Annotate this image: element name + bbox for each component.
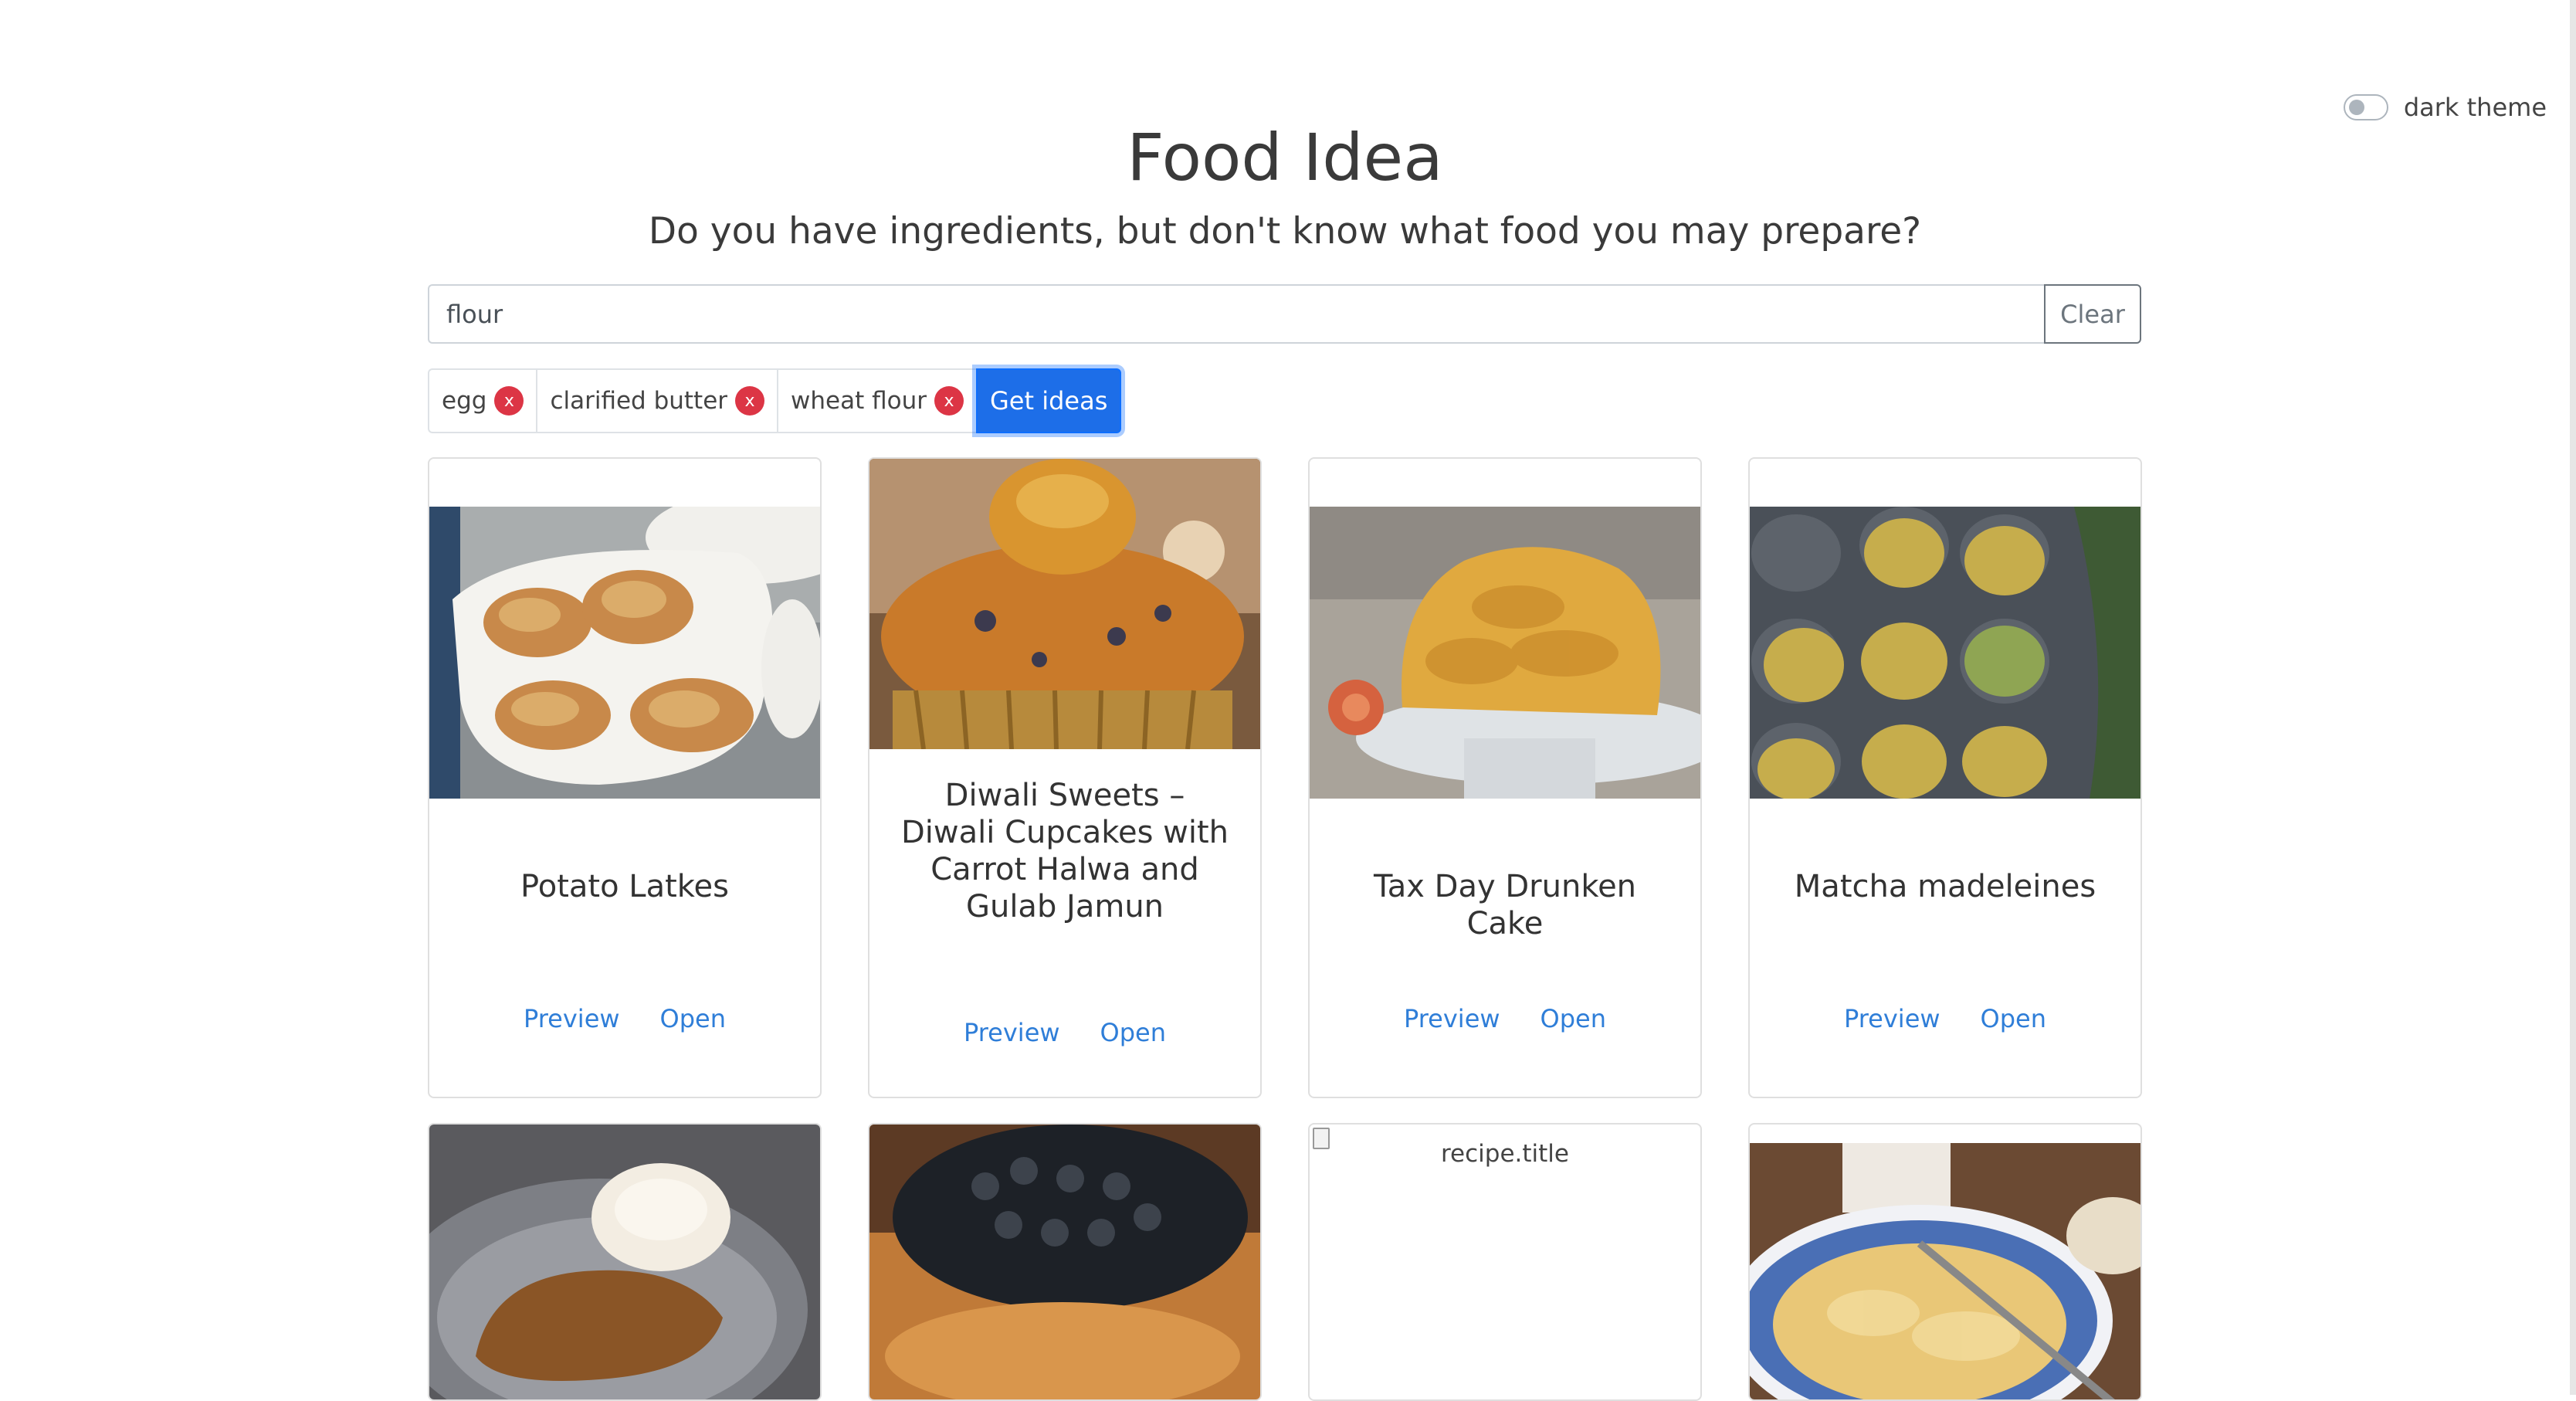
open-link[interactable]: Open <box>660 1004 726 1033</box>
window-edge <box>2570 0 2576 1395</box>
recipe-title: Diwali Sweets – Diwali Cupcakes with Car… <box>900 778 1229 924</box>
recipe-card: Tax Day Drunken Cake Preview Open <box>1308 457 1702 1098</box>
recipe-card <box>1748 1123 2142 1401</box>
open-link[interactable]: Open <box>1100 1018 1166 1047</box>
recipe-image <box>429 1125 820 1399</box>
ingredient-chip-label: egg <box>442 387 487 415</box>
recipe-image <box>1750 507 2140 799</box>
preview-link[interactable]: Preview <box>964 1018 1060 1047</box>
recipe-title: Potato Latkes <box>520 869 729 904</box>
ingredient-search-input[interactable] <box>428 284 2044 344</box>
preview-link[interactable]: Preview <box>1404 1004 1500 1033</box>
recipe-card: recipe.title <box>1308 1123 1702 1401</box>
preview-link[interactable]: Preview <box>1844 1004 1940 1033</box>
get-ideas-button[interactable]: Get ideas <box>976 368 1122 433</box>
ingredient-chip-label: wheat flour <box>791 387 927 415</box>
ingredient-chip-label: clarified butter <box>550 387 728 415</box>
recipe-card <box>868 1123 1262 1401</box>
page-title: Food Idea <box>1127 120 1443 195</box>
open-link[interactable]: Open <box>1541 1004 1606 1033</box>
remove-ingredient-icon[interactable]: x <box>934 386 964 416</box>
recipe-image <box>1750 1143 2140 1399</box>
recipe-card: Diwali Sweets – Diwali Cupcakes with Car… <box>868 457 1262 1098</box>
recipe-actions: Preview Open <box>1310 1004 1700 1033</box>
remove-ingredient-icon[interactable]: x <box>735 386 765 416</box>
selected-ingredients: egg x clarified butter x wheat flour x G… <box>428 368 1122 433</box>
ingredient-chip: wheat flour x <box>777 368 976 433</box>
recipe-title: Matcha madeleines <box>1794 869 2096 904</box>
recipe-image <box>869 1125 1260 1399</box>
recipe-actions: Preview Open <box>869 1018 1260 1047</box>
recipe-actions: Preview Open <box>429 1004 820 1033</box>
recipe-image <box>429 507 820 799</box>
recipe-actions: Preview Open <box>1750 1004 2140 1033</box>
page-subtitle: Do you have ingredients, but don't know … <box>648 210 1922 253</box>
recipe-card <box>428 1123 822 1401</box>
recipe-image-alt-text: recipe.title <box>1440 1140 1569 1168</box>
recipe-card: Matcha madeleines Preview Open <box>1748 457 2142 1098</box>
ingredient-chip: egg x <box>428 368 537 433</box>
preview-link[interactable]: Preview <box>524 1004 620 1033</box>
dark-theme-toggle[interactable]: dark theme <box>2343 93 2547 122</box>
recipe-image <box>869 459 1260 749</box>
dark-theme-label: dark theme <box>2403 93 2547 122</box>
ingredient-chip: clarified butter x <box>536 368 778 433</box>
clear-button[interactable]: Clear <box>2044 284 2141 344</box>
toggle-knob <box>2348 100 2364 115</box>
open-link[interactable]: Open <box>1981 1004 2046 1033</box>
remove-ingredient-icon[interactable]: x <box>494 386 524 416</box>
recipe-card: Potato Latkes Preview Open <box>428 457 822 1098</box>
recipe-title: Tax Day Drunken Cake <box>1373 869 1637 941</box>
ingredient-search: Clear <box>428 284 2141 344</box>
toggle-switch[interactable] <box>2343 94 2388 120</box>
recipe-image <box>1310 507 1700 799</box>
